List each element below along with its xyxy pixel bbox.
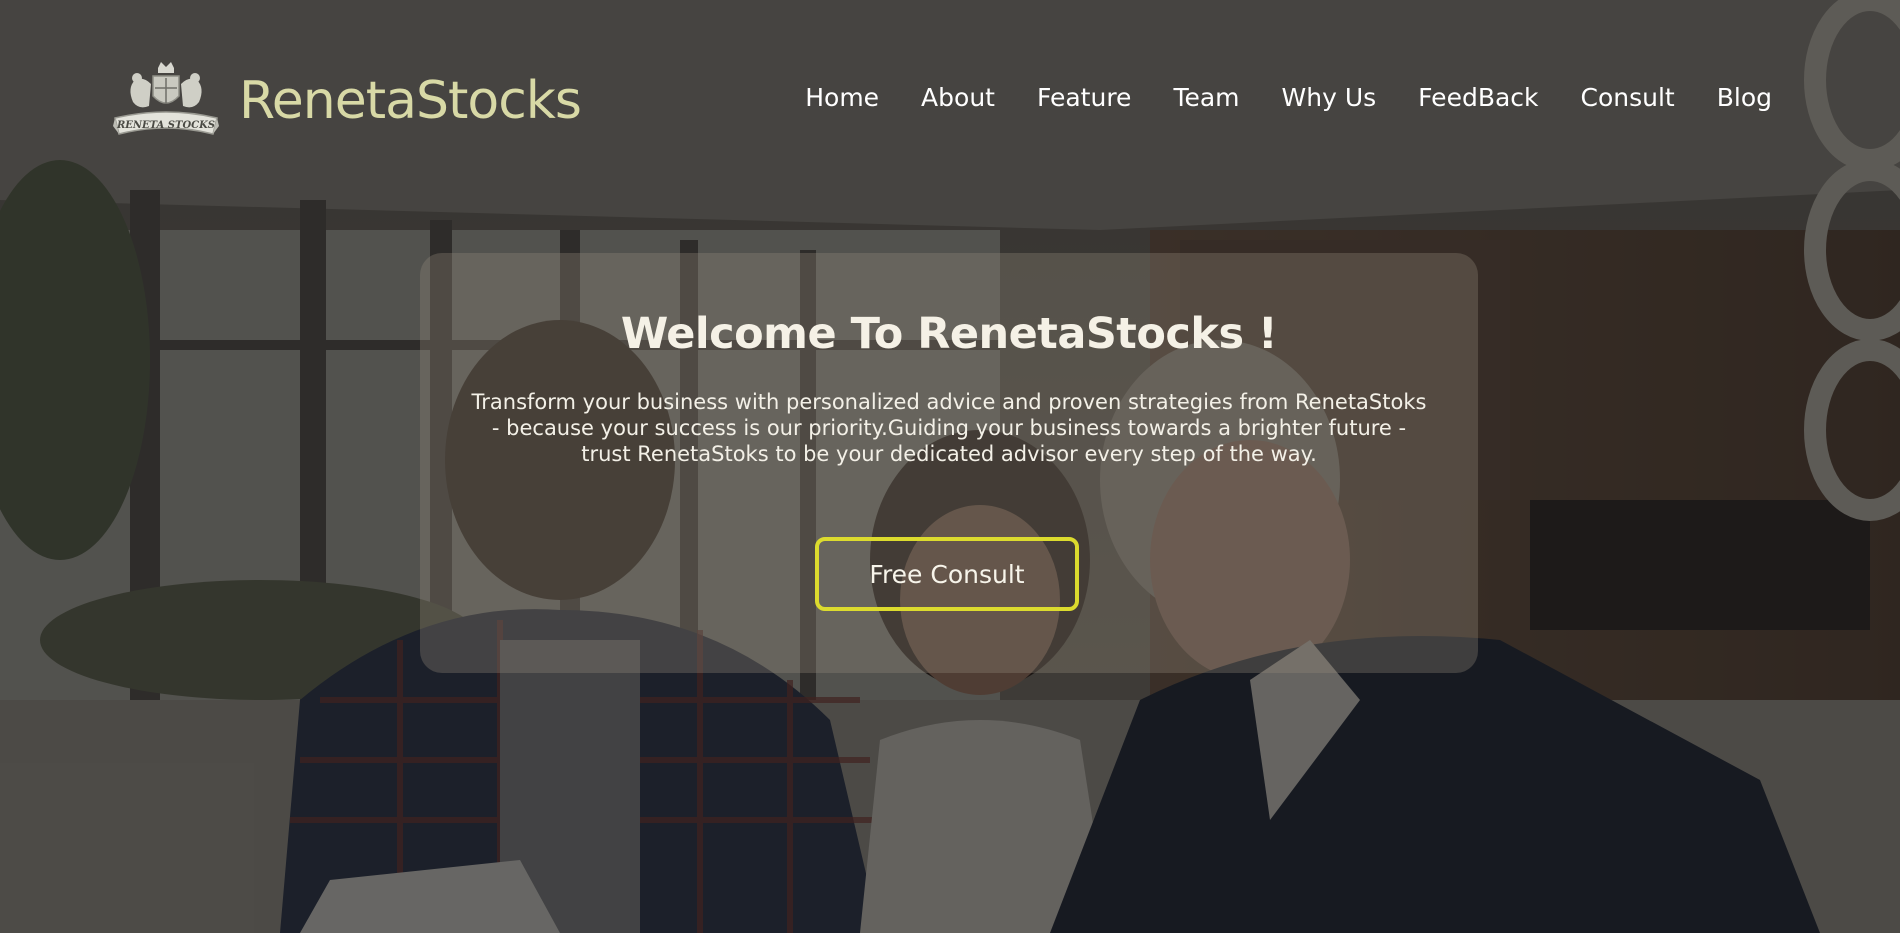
- brand-link[interactable]: RENETA STOCKS RenetaStocks: [113, 62, 582, 140]
- nav-feedback[interactable]: FeedBack: [1418, 78, 1538, 118]
- main-nav: Home About Feature Team Why Us FeedBack …: [763, 78, 1772, 118]
- free-consult-button[interactable]: Free Consult: [815, 537, 1079, 611]
- nav-why-us[interactable]: Why Us: [1282, 78, 1377, 118]
- brand-name: RenetaStocks: [239, 71, 582, 131]
- nav-team[interactable]: Team: [1173, 78, 1239, 118]
- nav-blog[interactable]: Blog: [1717, 78, 1772, 118]
- site-header: RENETA STOCKS RenetaStocks Home About Fe…: [0, 0, 1900, 195]
- nav-home[interactable]: Home: [805, 78, 879, 118]
- nav-feature[interactable]: Feature: [1037, 78, 1131, 118]
- nav-about[interactable]: About: [921, 78, 995, 118]
- welcome-card: Welcome To RenetaStocks ! Transform your…: [420, 253, 1478, 673]
- welcome-description: Transform your business with personalize…: [471, 390, 1427, 466]
- nav-consult[interactable]: Consult: [1581, 78, 1675, 118]
- logo-ribbon-text: RENETA STOCKS: [116, 120, 215, 131]
- hero-section: RENETA STOCKS RenetaStocks Home About Fe…: [0, 0, 1900, 933]
- welcome-title: Welcome To RenetaStocks !: [620, 309, 1278, 359]
- heraldic-crest-icon: RENETA STOCKS: [113, 62, 219, 135]
